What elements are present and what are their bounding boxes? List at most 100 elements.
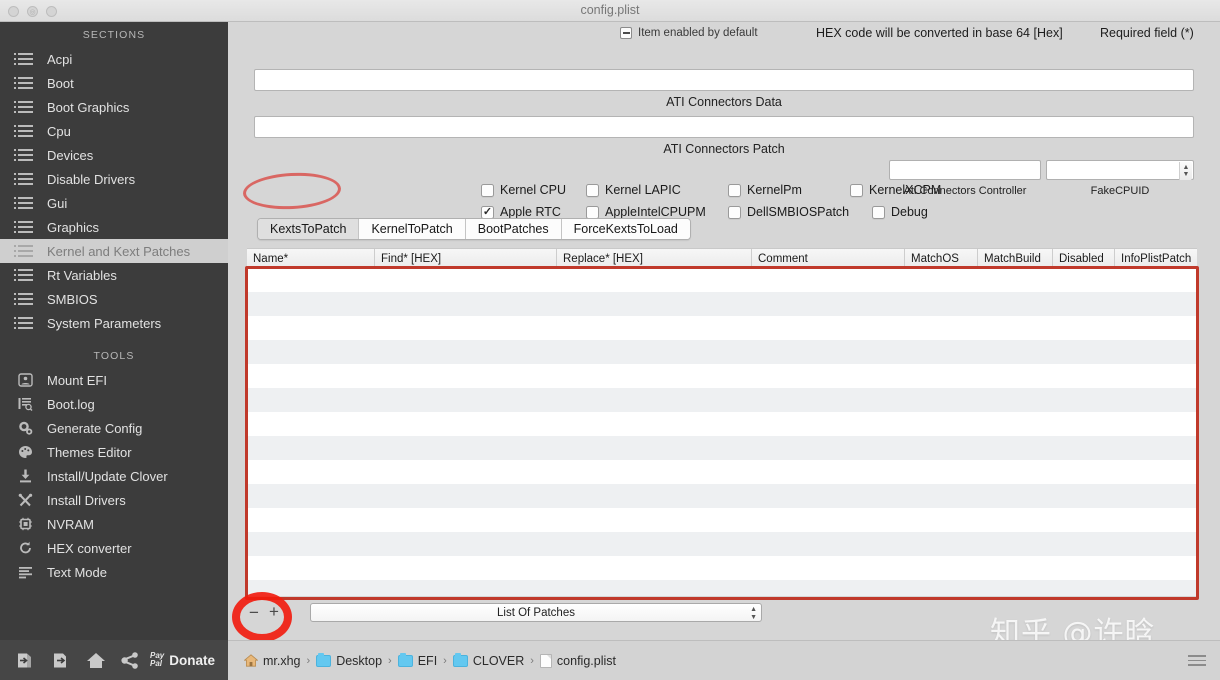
tab-kerneltopatch[interactable]: KernelToPatch — [359, 219, 466, 239]
sidebar-item-label: Gui — [47, 195, 68, 211]
table-row[interactable] — [247, 460, 1197, 484]
column-header-disabled[interactable]: Disabled — [1053, 249, 1115, 268]
path-bar: mr.xhg › Desktop › EFI › CLOVER › config… — [228, 640, 1220, 680]
patch-table-body[interactable] — [247, 268, 1197, 596]
refresh-icon — [18, 541, 38, 555]
table-row[interactable] — [247, 316, 1197, 340]
table-row[interactable] — [247, 580, 1197, 596]
sidebar-item-text-mode[interactable]: Text Mode — [0, 560, 228, 584]
column-header-infoplistpatch[interactable]: InfoPlistPatch — [1115, 249, 1197, 268]
sidebar-item-boot-log[interactable]: Boot.log — [0, 392, 228, 416]
list-icon — [14, 268, 38, 282]
sidebar-item-devices[interactable]: Devices — [0, 143, 228, 167]
sidebar-item-mount-efi[interactable]: Mount EFI — [0, 368, 228, 392]
checkbox-dellsmbiospatch[interactable]: DellSMBIOSPatch — [728, 205, 849, 219]
list-icon — [14, 292, 38, 306]
sidebar-item-system-parameters[interactable]: System Parameters — [0, 311, 228, 335]
checkbox-kernel-lapic[interactable]: Kernel LAPIC — [586, 183, 681, 197]
sidebar-item-hex-converter[interactable]: HEX converter — [0, 536, 228, 560]
share-icon[interactable] — [113, 647, 148, 673]
hex-conversion-note: HEX code will be converted in base 64 [H… — [816, 26, 1063, 40]
log-search-icon — [18, 397, 38, 411]
checkbox-appleintelcpupm[interactable]: AppleIntelCPUPM — [586, 205, 706, 219]
sidebar-item-install-update-clover[interactable]: Install/Update Clover — [0, 464, 228, 488]
checkbox-label: AppleIntelCPUPM — [605, 205, 706, 219]
breadcrumb-item-config-plist[interactable]: config.plist — [539, 653, 616, 668]
column-header-replace[interactable]: Replace* [HEX] — [557, 249, 752, 268]
table-row[interactable] — [247, 268, 1197, 292]
home-icon[interactable] — [78, 647, 113, 673]
tab-forcekextstoload[interactable]: ForceKextsToLoad — [561, 219, 690, 239]
column-header-name[interactable]: Name* — [247, 249, 375, 268]
import-icon[interactable] — [8, 647, 43, 673]
table-row[interactable] — [247, 292, 1197, 316]
sidebar-item-gui[interactable]: Gui — [0, 191, 228, 215]
table-row[interactable] — [247, 532, 1197, 556]
column-header-find[interactable]: Find* [HEX] — [375, 249, 557, 268]
breadcrumb-item-user[interactable]: mr.xhg — [243, 654, 301, 668]
breadcrumb-label: EFI — [417, 653, 438, 668]
export-icon[interactable] — [43, 647, 78, 673]
sidebar-item-boot-graphics[interactable]: Boot Graphics — [0, 95, 228, 119]
list-icon — [14, 196, 38, 210]
checkbox-debug[interactable]: Debug — [872, 205, 928, 219]
sidebar-item-cpu[interactable]: Cpu — [0, 119, 228, 143]
fakecpuid-input[interactable]: ▲ ▼ — [1046, 160, 1194, 180]
table-row[interactable] — [247, 484, 1197, 508]
sidebar-item-disable-drivers[interactable]: Disable Drivers — [0, 167, 228, 191]
sidebar-item-generate-config[interactable]: Generate Config — [0, 416, 228, 440]
sidebar-item-boot[interactable]: Boot — [0, 71, 228, 95]
remove-patch-button[interactable]: − — [249, 604, 259, 621]
column-header-matchos[interactable]: MatchOS — [905, 249, 978, 268]
tab-kextstopatch[interactable]: KextsToPatch — [258, 219, 360, 239]
ati-connectors-data-input[interactable] — [254, 69, 1194, 91]
sidebar-item-label: Rt Variables — [47, 267, 117, 283]
sidebar-item-install-drivers[interactable]: Install Drivers — [0, 488, 228, 512]
breadcrumb-item-clover[interactable]: CLOVER — [452, 652, 524, 668]
checkbox-apple-rtc[interactable]: ✓ Apple RTC — [481, 205, 561, 219]
list-icon — [14, 316, 38, 330]
table-row[interactable] — [247, 412, 1197, 436]
checkbox-kernel-cpu[interactable]: Kernel CPU — [481, 183, 566, 197]
sidebar-item-acpi[interactable]: Acpi — [0, 47, 228, 71]
stepper-icon[interactable]: ▲ ▼ — [1179, 162, 1192, 180]
checkbox-box — [872, 205, 885, 219]
menu-icon[interactable] — [1188, 655, 1206, 669]
add-patch-button[interactable]: + — [269, 603, 279, 620]
breadcrumb-item-efi[interactable]: EFI — [397, 652, 438, 668]
checkbox-kernelpm[interactable]: KernelPm — [728, 183, 802, 197]
tab-label: KextsToPatch — [270, 222, 347, 236]
tab-bootpatches[interactable]: BootPatches — [465, 219, 562, 239]
disk-icon — [18, 373, 38, 387]
sidebar-tools-header: TOOLS — [93, 350, 135, 362]
patch-tabs: KextsToPatch KernelToPatch BootPatches F… — [257, 218, 691, 240]
column-header-matchbuild[interactable]: MatchBuild — [978, 249, 1053, 268]
table-row[interactable] — [247, 436, 1197, 460]
sidebar-item-themes-editor[interactable]: Themes Editor — [0, 440, 228, 464]
table-row[interactable] — [247, 364, 1197, 388]
checkbox-label: Kernel LAPIC — [605, 183, 681, 197]
table-row[interactable] — [247, 388, 1197, 412]
ati-connectors-controller-label: Ati Connectors Controller — [903, 185, 1027, 197]
list-of-patches-dropdown[interactable]: List Of Patches ▲ ▼ — [310, 603, 762, 622]
sidebar-item-rt-variables[interactable]: Rt Variables — [0, 263, 228, 287]
sidebar-item-label: SMBIOS — [47, 291, 98, 307]
ati-connectors-patch-input[interactable] — [254, 116, 1194, 138]
sidebar-item-label: Boot Graphics — [47, 99, 130, 115]
sidebar-item-graphics[interactable]: Graphics — [0, 215, 228, 239]
title-bar: ◎ config.plist — [0, 0, 1220, 22]
sidebar-item-smbios[interactable]: SMBIOS — [0, 287, 228, 311]
sidebar-item-kernel-and-kext-patches[interactable]: Kernel and Kext Patches — [0, 239, 228, 263]
table-row[interactable] — [247, 340, 1197, 364]
sidebar-item-nvram[interactable]: NVRAM — [0, 512, 228, 536]
donate-button[interactable]: Pay Pal Donate — [150, 651, 215, 669]
table-row[interactable] — [247, 508, 1197, 532]
text-lines-icon — [18, 565, 38, 579]
breadcrumb-label: Desktop — [336, 653, 383, 668]
sidebar-item-label: Cpu — [47, 123, 71, 139]
breadcrumb-item-desktop[interactable]: Desktop — [316, 652, 383, 668]
ati-connectors-controller-input[interactable] — [889, 160, 1041, 180]
column-header-comment[interactable]: Comment — [752, 249, 905, 268]
table-row[interactable] — [247, 556, 1197, 580]
